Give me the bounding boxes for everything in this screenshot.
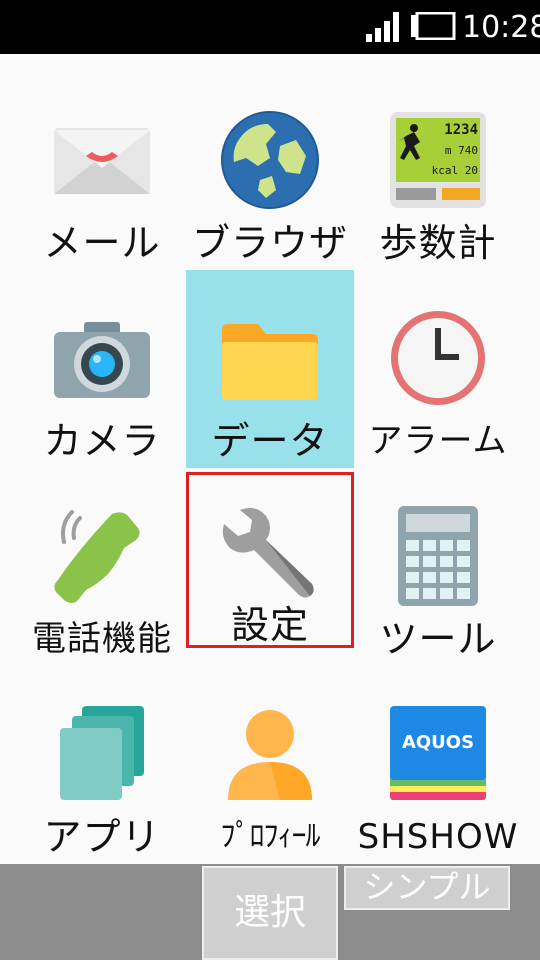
app-label: データ bbox=[211, 419, 329, 463]
app-label: メール bbox=[43, 221, 161, 265]
aquos-icon: AQUOS bbox=[390, 706, 486, 800]
app-label: ブラウザ bbox=[191, 221, 348, 265]
pedometer-kcal: kcal 20 bbox=[432, 164, 478, 177]
app-label: 電話機能 bbox=[32, 619, 172, 659]
app-label: アラーム bbox=[368, 421, 508, 461]
app-tile-data[interactable]: データ bbox=[186, 270, 354, 468]
signal-strength-icon bbox=[366, 12, 399, 42]
app-tile-alarm[interactable]: アラーム bbox=[354, 270, 522, 468]
folder-icon bbox=[222, 324, 318, 400]
status-bar: 10:28 bbox=[0, 0, 540, 54]
app-label: ﾌﾟﾛﾌｨｰﾙ bbox=[220, 819, 321, 854]
app-grid: メール ブラウザ 1234 m 740 kcal 20 歩数計 カメラ データ … bbox=[0, 54, 540, 864]
mail-envelope-icon bbox=[54, 128, 150, 194]
app-label: アプリ bbox=[43, 815, 161, 859]
app-label: 歩数計 bbox=[379, 221, 497, 265]
battery-icon bbox=[411, 12, 456, 40]
select-softkey[interactable]: 選択 bbox=[202, 866, 338, 960]
app-label: カメラ bbox=[43, 419, 161, 463]
app-cards-icon bbox=[60, 706, 144, 800]
status-clock: 10:28 bbox=[462, 10, 540, 45]
pedometer-steps: 1234 bbox=[444, 122, 478, 138]
aquos-badge: AQUOS bbox=[402, 732, 474, 753]
app-label: ツール bbox=[379, 617, 497, 661]
app-tile-tools[interactable]: ツール bbox=[354, 468, 522, 666]
clock-icon bbox=[391, 311, 485, 405]
app-label: 設定 bbox=[230, 603, 309, 647]
app-tile-phone[interactable]: 電話機能 bbox=[18, 468, 186, 666]
app-tile-apps[interactable]: アプリ bbox=[18, 666, 186, 864]
phone-icon bbox=[54, 510, 140, 603]
person-icon bbox=[228, 710, 312, 800]
pedometer-distance: m 740 bbox=[445, 144, 478, 157]
pedometer-icon: 1234 m 740 kcal 20 bbox=[390, 112, 486, 208]
app-label: SHSHOW bbox=[357, 817, 519, 857]
app-tile-pedometer[interactable]: 1234 m 740 kcal 20 歩数計 bbox=[354, 72, 522, 270]
simple-mode-softkey[interactable]: シンプル bbox=[344, 866, 510, 910]
app-tile-shshow[interactable]: AQUOS SHSHOW bbox=[354, 666, 522, 864]
app-tile-browser[interactable]: ブラウザ bbox=[186, 72, 354, 270]
globe-icon bbox=[221, 111, 319, 209]
app-tile-profile[interactable]: ﾌﾟﾛﾌｨｰﾙ bbox=[186, 666, 354, 864]
app-tile-mail[interactable]: メール bbox=[18, 72, 186, 270]
camera-icon bbox=[54, 322, 150, 398]
calculator-icon bbox=[398, 506, 478, 606]
wrench-icon bbox=[222, 508, 314, 598]
app-tile-settings[interactable]: 設定 bbox=[186, 472, 354, 648]
app-tile-camera[interactable]: カメラ bbox=[18, 270, 186, 468]
softkey-bar: 選択 シンプル bbox=[0, 864, 540, 960]
